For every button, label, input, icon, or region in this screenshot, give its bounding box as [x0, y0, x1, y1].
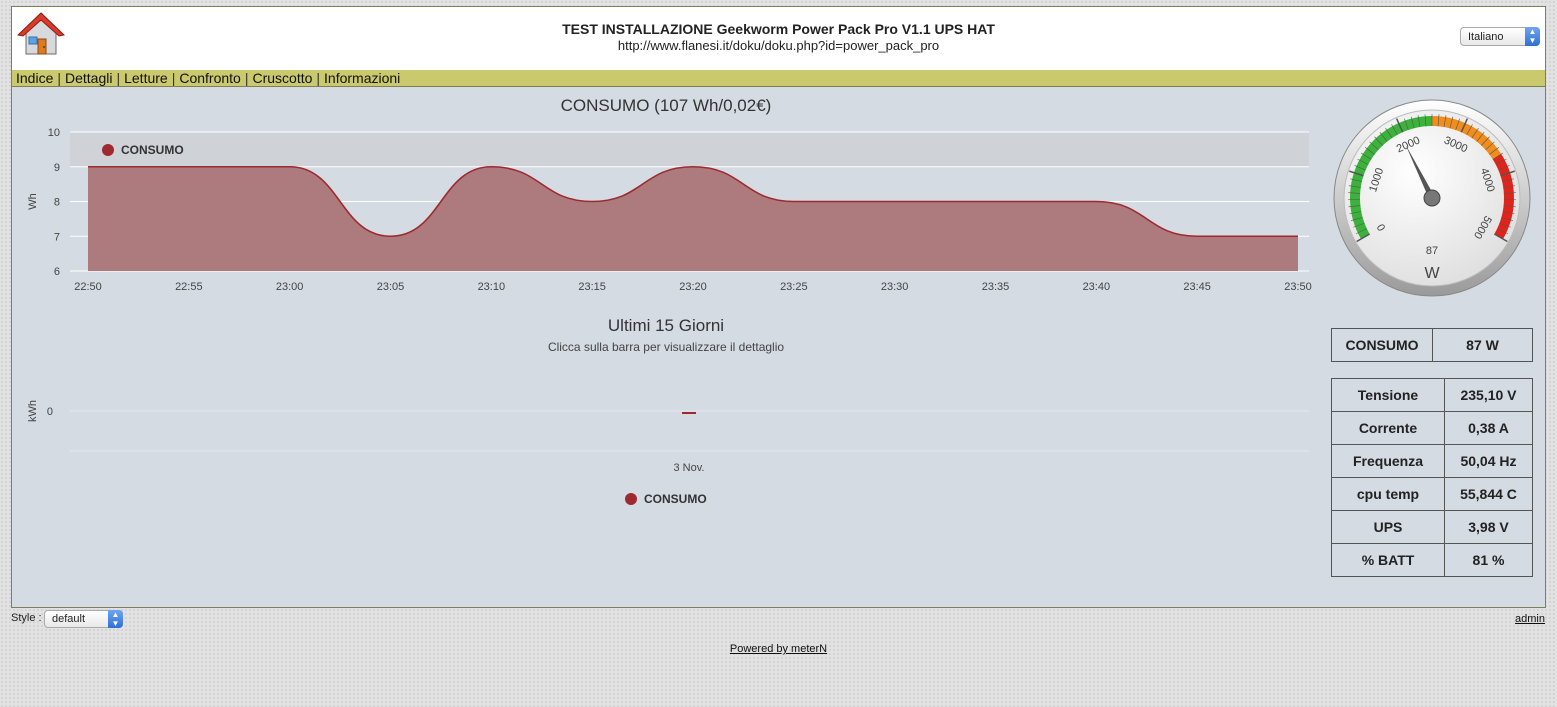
- y-tick-label: 8: [54, 197, 60, 209]
- powered-by-link[interactable]: Powered by meterN: [730, 643, 827, 655]
- language-select[interactable]: Italiano ▲ ▼: [1460, 27, 1540, 46]
- language-selected: Italiano: [1468, 31, 1504, 43]
- reading-value: 81 %: [1444, 543, 1533, 577]
- chart-title: Ultimi 15 Giorni: [608, 316, 724, 335]
- reading-label: cpu temp: [1331, 477, 1445, 511]
- page-url: http://www.flanesi.it/doku/doku.php?id=p…: [617, 38, 940, 53]
- x-tick-label: 23:05: [377, 281, 405, 293]
- chevron-updown-icon: ▲ ▼: [108, 610, 123, 628]
- y-tick-label: 6: [54, 266, 60, 278]
- style-selected: default: [52, 613, 86, 625]
- reading-label: Corrente: [1331, 411, 1445, 445]
- consumo-table: CONSUMO 87 W: [1331, 328, 1533, 362]
- gauge-unit-label: W: [1424, 265, 1440, 282]
- menu-item-informazioni[interactable]: Informazioni: [324, 70, 400, 86]
- reading-value: 0,38 A: [1444, 411, 1533, 445]
- x-tick-label: 23:40: [1083, 281, 1111, 293]
- menu-item-dettagli[interactable]: Dettagli: [65, 70, 112, 86]
- y-tick-label: 0: [47, 406, 53, 418]
- x-tick-label: 23:25: [780, 281, 808, 293]
- reading-row: UPS 3,98 V: [1331, 510, 1533, 544]
- x-tick-label: 23:15: [578, 281, 606, 293]
- reading-row: Frequenza 50,04 Hz: [1331, 444, 1533, 478]
- daily-bar-chart: Ultimi 15 Giorni Clicca sulla barra per v…: [27, 316, 1309, 506]
- reading-label: Frequenza: [1331, 444, 1445, 478]
- style-label: Style :: [11, 612, 42, 624]
- menu-separator: |: [57, 70, 61, 86]
- menu-separator: |: [116, 70, 121, 86]
- reading-value: 3,98 V: [1444, 510, 1533, 544]
- legend-label-consumo: CONSUMO: [644, 492, 707, 506]
- nav-menu: Indice | Dettagli | Letture | Confronto | Crusco…: [12, 70, 1545, 87]
- x-tick-label: 3 Nov.: [674, 462, 705, 474]
- menu-item-cruscotto[interactable]: Cruscotto: [252, 70, 312, 86]
- reading-label: UPS: [1331, 510, 1445, 544]
- x-tick-label: 23:45: [1183, 281, 1211, 293]
- x-tick-label: 23:35: [982, 281, 1010, 293]
- reading-value: 50,04 Hz: [1444, 444, 1533, 478]
- power-gauge: 010002000 30004000500087W: [1333, 99, 1531, 297]
- reading-label: Tensione: [1331, 378, 1445, 412]
- menu-separator: |: [316, 70, 321, 86]
- bar-consumo: [682, 412, 696, 414]
- series-area-consumo: [88, 166, 1298, 271]
- x-tick-label: 22:50: [74, 281, 102, 293]
- y-tick-label: 9: [54, 162, 60, 174]
- menu-item-indice[interactable]: Indice: [16, 70, 53, 86]
- style-select[interactable]: default ▲ ▼: [44, 610, 123, 628]
- y-axis-label: kWh: [27, 400, 39, 422]
- menu-separator: |: [244, 70, 249, 86]
- x-tick-label: 23:00: [276, 281, 304, 293]
- x-tick-label: 23:50: [1284, 281, 1312, 293]
- consumo-area-chart: CONSUMO (107 Wh/0,02€) 6 7 8 9 10 Wh 22:50 22:55…: [27, 96, 1312, 293]
- gauge-pivot: [1423, 189, 1441, 207]
- x-tick-label: 22:55: [175, 281, 203, 293]
- reading-row: % BATT 81 %: [1331, 543, 1533, 577]
- reading-value: 55,844 C: [1444, 477, 1533, 511]
- reading-value: 235,10 V: [1444, 378, 1533, 412]
- y-axis-label: Wh: [27, 193, 39, 210]
- chevron-updown-icon: ▲ ▼: [1525, 27, 1540, 46]
- admin-link[interactable]: admin: [1515, 613, 1545, 625]
- legend-marker-consumo: [625, 493, 637, 505]
- menu-item-confronto[interactable]: Confronto: [179, 70, 240, 86]
- page-header: TEST INSTALLAZIONE Geekworm Power Pack P…: [12, 7, 1545, 71]
- menu-separator: |: [171, 70, 176, 86]
- legend-label-consumo: CONSUMO: [121, 143, 184, 157]
- reading-row: cpu temp 55,844 C: [1331, 477, 1533, 511]
- chart-title: CONSUMO (107 Wh/0,02€): [561, 96, 772, 115]
- reading-label: % BATT: [1331, 543, 1445, 577]
- consumo-value: 87 W: [1432, 328, 1533, 362]
- reading-row: Corrente 0,38 A: [1331, 411, 1533, 445]
- x-tick-label: 23:10: [478, 281, 506, 293]
- y-tick-label: 10: [48, 127, 60, 139]
- x-tick-label: 23:20: [679, 281, 707, 293]
- legend-marker-consumo: [102, 144, 114, 156]
- readings-table: Tensione 235,10 V Corrente 0,38 A Frequenza 5…: [1331, 378, 1533, 577]
- powered-by: Powered by meterN: [0, 643, 1557, 655]
- chart-subtitle: Clicca sulla barra per visualizzare il d…: [548, 340, 784, 354]
- page-title: TEST INSTALLAZIONE Geekworm Power Pack P…: [562, 21, 995, 37]
- menu-item-letture[interactable]: Letture: [124, 70, 168, 86]
- reading-row: Tensione 235,10 V: [1331, 378, 1533, 412]
- plot-band: [70, 132, 1309, 167]
- consumo-label: CONSUMO: [1331, 328, 1433, 362]
- y-tick-label: 7: [54, 231, 60, 243]
- x-tick-label: 23:30: [881, 281, 909, 293]
- gauge-value-label: 87: [1426, 245, 1438, 257]
